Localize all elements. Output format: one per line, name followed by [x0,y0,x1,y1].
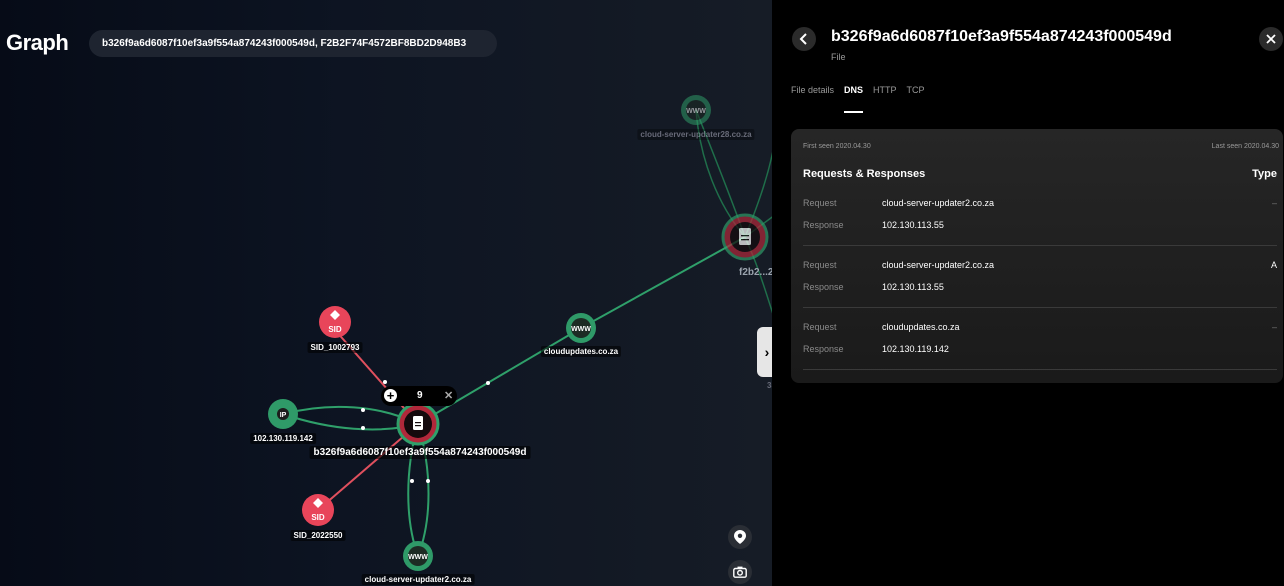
svg-text:SID: SID [328,325,342,334]
close-panel-button[interactable] [1259,27,1283,51]
neighbor-count: 9 [417,390,423,401]
dns-row: Request cloud-server-updater2.co.za A Re… [803,245,1277,308]
tab-tcp[interactable]: TCP [907,85,925,99]
response-value: 102.130.113.55 [882,220,944,230]
edge-www-mid-file-right [580,236,746,329]
back-arrow-icon [799,33,807,45]
response-label: Response [803,282,844,292]
first-seen: First seen 2020.04.30 [803,143,871,150]
dns-card: First seen 2020.04.30 Last seen 2020.04.… [791,129,1283,383]
tab-dns[interactable]: DNS [844,85,864,113]
dns-row: Request cloud-server-updater2.co.za – Re… [803,183,1277,246]
back-button[interactable] [792,27,816,51]
node-label-www-mid: cloudupdates.co.za [540,346,622,357]
type-value: A [1270,260,1277,270]
graph-search-field[interactable]: b326f9a6d6087f10ef3a9f554a874243f000549d… [89,30,497,57]
node-label-ip: 102.130.119.142 [250,433,316,444]
node-sid-bottom[interactable]: SID [302,494,334,526]
requests-responses-heading: Requests & Responses [803,168,926,180]
response-value: 102.130.113.55 [882,282,944,292]
camera-icon [733,566,747,578]
graph-canvas[interactable]: SID SID IP WWW WWW WWW Graph b326f9a6d60… [0,0,772,586]
details-panel: b326f9a6d6087f10ef3a9f554a874243f000549d… [772,0,1284,586]
close-icon [1266,34,1276,44]
node-ip[interactable]: IP [268,399,298,429]
type-heading: Type [1252,168,1277,180]
request-value: cloud-server-updater2.co.za [882,198,995,208]
selection-count-bar: + 9 ✕ [381,386,457,406]
screenshot-button[interactable] [728,560,752,584]
type-value: – [1271,198,1277,208]
node-label-file-main: b326f9a6d6087f10ef3a9f554a874243f000549d [309,446,531,459]
request-label: Request [803,198,837,208]
response-label: Response [803,220,844,230]
node-www-top[interactable]: WWW [681,95,711,125]
panel-collapse-handle[interactable]: › [757,327,772,377]
svg-text:IP: IP [280,412,287,419]
panel-tabs: File details DNS HTTP TCP [791,85,925,113]
node-label-file-right: f2b2...2a0f [739,267,772,278]
request-label: Request [803,260,837,270]
panel-title: b326f9a6d6087f10ef3a9f554a874243f000549d [831,28,1172,45]
node-www-bottom[interactable]: WWW [403,541,433,571]
edge-file-www-mid [417,327,582,425]
tab-http[interactable]: HTTP [873,85,897,99]
request-label: Request [803,322,837,332]
close-icon[interactable]: ✕ [444,389,453,402]
location-pin-icon [734,530,746,544]
svg-text:WWW: WWW [686,108,706,115]
node-label-sid-bottom: SID_2022550 [290,530,346,541]
response-label: Response [803,344,844,354]
node-sid-top[interactable]: SID [319,306,351,338]
last-seen: Last seen 2020.04.30 [1211,143,1279,150]
response-value: 102.130.119.142 [882,344,949,354]
node-label-partial: 35 [767,381,772,390]
graph-svg: SID SID IP WWW WWW WWW [268,95,772,571]
graph-title: Graph [6,30,69,55]
node-file-right[interactable] [721,213,769,261]
node-label-www-bottom: cloud-server-updater2.co.za [361,574,475,585]
request-value: cloud-server-updater2.co.za [882,260,995,270]
tab-file-details[interactable]: File details [791,85,834,99]
panel-subtitle: File [831,52,846,62]
node-file-main[interactable] [396,402,440,446]
svg-text:SID: SID [311,513,325,522]
node-label-www-top: cloud-server-updater28.co.za [637,129,755,140]
type-value: – [1271,322,1277,332]
node-label-sid-top: SID_1002793 [307,342,363,353]
svg-text:WWW: WWW [408,554,428,561]
dns-row: Request cloudupdates.co.za – Response 10… [803,307,1277,370]
svg-text:WWW: WWW [571,326,591,333]
location-button[interactable] [728,525,752,549]
request-value: cloudupdates.co.za [882,322,960,332]
add-icon[interactable]: + [384,389,397,402]
node-www-mid[interactable]: WWW [566,313,596,343]
